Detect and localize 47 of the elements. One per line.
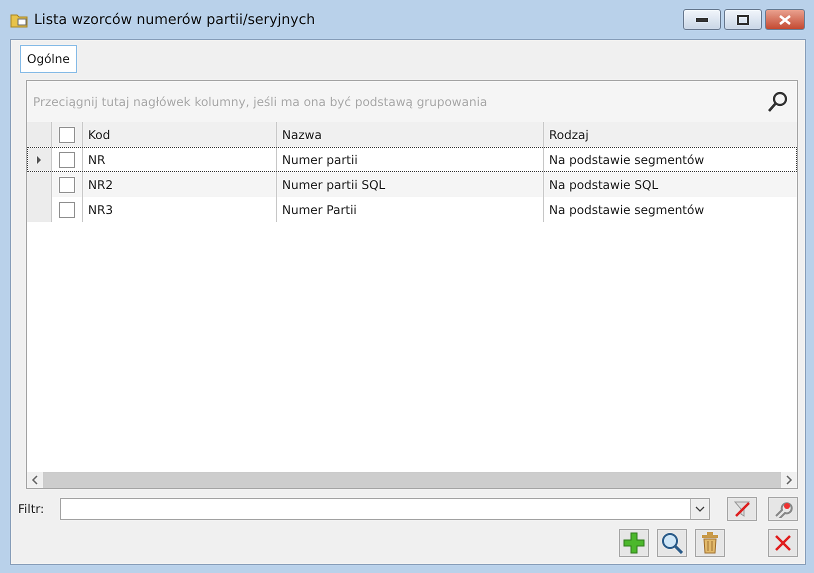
table-cell: Numer partii SQL: [276, 172, 543, 197]
row-indicator-cell: [27, 197, 51, 222]
table-cell: Numer Partii: [276, 197, 543, 222]
wrench-icon: [773, 500, 793, 518]
chevron-down-icon: [695, 506, 705, 512]
table-cell: Na podstawie SQL: [543, 172, 797, 197]
column-header[interactable]: Rodzaj: [543, 122, 797, 147]
filter-settings-button[interactable]: [768, 497, 798, 521]
column-header[interactable]: Kod: [82, 122, 276, 147]
folder-icon: [10, 12, 28, 28]
table-cell: NR2: [82, 172, 276, 197]
tab[interactable]: Ogólne: [20, 45, 77, 73]
table-cell: Na podstawie segmentów: [543, 197, 797, 222]
checkbox[interactable]: [59, 202, 75, 218]
cancel-button[interactable]: [768, 529, 798, 557]
crossed-funnel-icon: [733, 500, 751, 518]
add-button[interactable]: [619, 529, 649, 557]
scroll-right-icon[interactable]: [785, 475, 793, 485]
checkbox[interactable]: [59, 152, 75, 168]
maximize-icon: [737, 14, 749, 24]
close-icon: [774, 534, 792, 552]
checkbox[interactable]: [59, 126, 75, 142]
magnifier-icon: [661, 532, 683, 554]
group-hint: Przeciągnij tutaj nagłówek kolumny, jeśli ma ona być podstawą grupowania: [33, 94, 488, 108]
column-header[interactable]: Nazwa: [276, 122, 543, 147]
preview-button[interactable]: [657, 529, 687, 557]
row-pointer-icon: [37, 156, 41, 164]
filter-label: Filtr:: [18, 502, 46, 516]
checkbox[interactable]: [59, 176, 75, 192]
table-row[interactable]: NR3 Numer Partii Na podstawie segmentów: [27, 197, 797, 222]
plus-icon: [623, 532, 645, 554]
table-cell: NR3: [82, 197, 276, 222]
close-button[interactable]: [765, 9, 805, 30]
clear-filter-button[interactable]: [727, 497, 757, 521]
filter-field[interactable]: [60, 498, 710, 520]
window-title: Lista wzorców numerów partii/seryjnych: [34, 12, 316, 28]
search-icon[interactable]: [767, 90, 789, 112]
row-indicator-cell: [27, 172, 51, 197]
scroll-left-icon[interactable]: [31, 475, 39, 485]
dropdown-button[interactable]: [690, 499, 709, 519]
minimize-button[interactable]: [683, 9, 721, 30]
trash-icon: [700, 532, 720, 554]
delete-button[interactable]: [695, 529, 725, 557]
maximize-button[interactable]: [724, 9, 762, 30]
minimize-icon: [696, 18, 708, 22]
table-row[interactable]: NR2 Numer partii SQL Na podstawie SQL: [27, 172, 797, 197]
close-icon: [779, 14, 791, 24]
